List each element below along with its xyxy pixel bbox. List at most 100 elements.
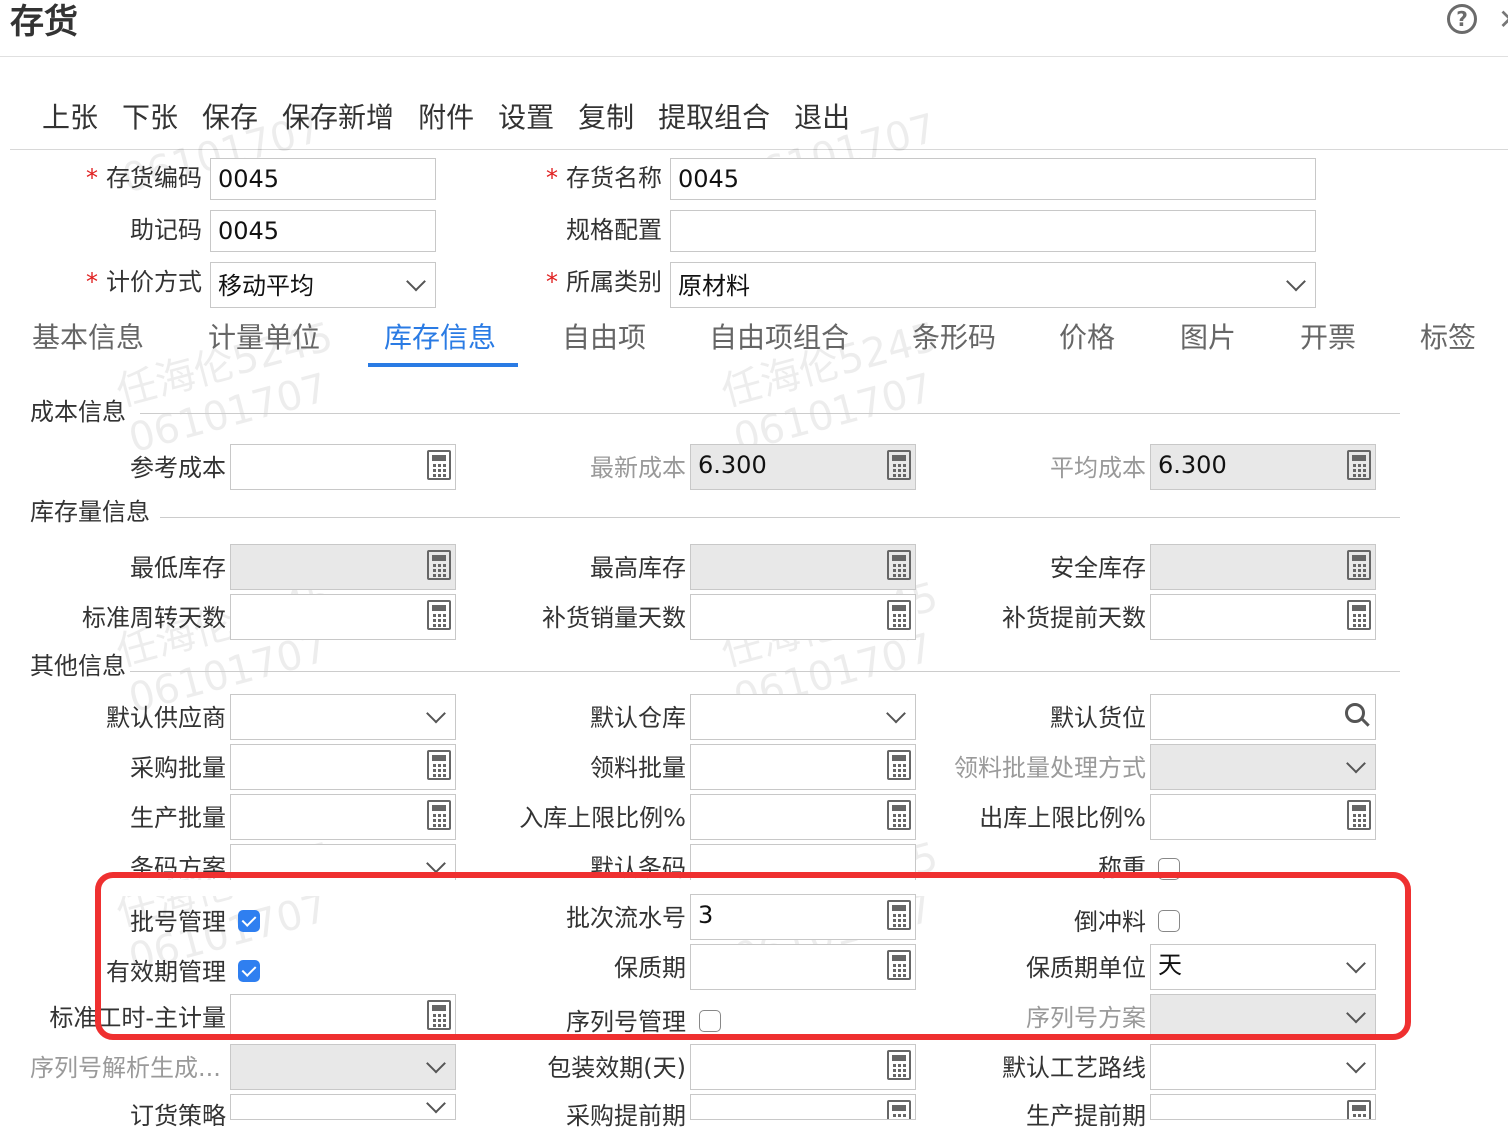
- chevron-down-icon: [426, 1053, 446, 1074]
- calculator-icon[interactable]: [887, 950, 911, 980]
- supplier-label: 默认供应商: [106, 704, 226, 732]
- out-limit-label: 出库上限比例%: [979, 804, 1146, 832]
- order-strategy-select[interactable]: [230, 1094, 456, 1120]
- calculator-icon[interactable]: [427, 450, 451, 480]
- backflush-checkbox[interactable]: [1158, 910, 1180, 932]
- calculator-icon[interactable]: [1347, 1100, 1371, 1119]
- pricing-select[interactable]: 移动平均: [210, 262, 436, 308]
- tab-price[interactable]: 价格: [1059, 318, 1115, 358]
- order-strategy-label: 订货策略: [130, 1102, 226, 1130]
- exit-button[interactable]: 退出: [794, 96, 850, 140]
- weigh-checkbox[interactable]: [1158, 858, 1180, 880]
- pack-valid-label: 包装效期(天): [547, 1054, 686, 1082]
- calculator-icon[interactable]: [887, 600, 911, 630]
- category-label: * 所属类别: [546, 268, 662, 296]
- calculator-icon[interactable]: [427, 800, 451, 830]
- save-new-button[interactable]: 保存新增: [282, 96, 394, 140]
- tab-basic-info[interactable]: 基本信息: [32, 318, 144, 358]
- shelf-life-label: 保质期: [614, 954, 686, 982]
- chevron-down-icon: [886, 703, 906, 724]
- min-stock-label: 最低库存: [130, 554, 226, 582]
- calculator-icon[interactable]: [427, 750, 451, 780]
- tab-inventory-info[interactable]: 库存信息: [384, 318, 496, 358]
- shelf-unit-select[interactable]: 天: [1150, 944, 1376, 990]
- max-stock-label: 最高库存: [590, 554, 686, 582]
- pick-batch-input[interactable]: [690, 744, 916, 790]
- chevron-down-icon: [406, 271, 426, 292]
- replenish-sales-input[interactable]: [690, 594, 916, 640]
- serial-mgmt-checkbox[interactable]: [699, 1010, 721, 1032]
- shelf-life-input[interactable]: [690, 944, 916, 990]
- spec-input[interactable]: [670, 210, 1316, 252]
- tab-tags[interactable]: 标签: [1420, 318, 1476, 358]
- route-label: 默认工艺路线: [1002, 1054, 1146, 1082]
- latest-cost-label: 最新成本: [590, 454, 686, 482]
- in-limit-input[interactable]: [690, 794, 916, 840]
- prod-batch-input[interactable]: [230, 794, 456, 840]
- pick-batch-mode-label: 领料批量处理方式: [954, 754, 1146, 782]
- calculator-icon[interactable]: [887, 1050, 911, 1080]
- tab-free-items[interactable]: 自由项: [562, 318, 646, 358]
- route-select[interactable]: [1150, 1044, 1376, 1090]
- mnemonic-input[interactable]: 0045: [210, 210, 436, 252]
- copy-button[interactable]: 复制: [578, 96, 634, 140]
- warehouse-select[interactable]: [690, 694, 916, 740]
- ref-cost-input[interactable]: [230, 444, 456, 490]
- tab-image[interactable]: 图片: [1180, 318, 1236, 358]
- safe-stock-input: [1150, 544, 1376, 590]
- serial-parse-select: [230, 1044, 456, 1090]
- batch-serial-input[interactable]: 3: [690, 894, 916, 940]
- turnover-days-input[interactable]: [230, 594, 456, 640]
- latest-cost-input: 6.300: [690, 444, 916, 490]
- std-hours-input[interactable]: [230, 994, 456, 1040]
- chevron-down-icon: [426, 1095, 446, 1114]
- serial-parse-label: 序列号解析生成...: [30, 1054, 221, 1082]
- search-icon[interactable]: [1345, 703, 1365, 723]
- attachment-button[interactable]: 附件: [418, 96, 474, 140]
- name-input[interactable]: 0045: [670, 158, 1316, 200]
- category-select[interactable]: 原材料: [670, 262, 1316, 308]
- next-button[interactable]: 下张: [122, 96, 178, 140]
- calculator-icon[interactable]: [1347, 600, 1371, 630]
- prev-button[interactable]: 上张: [42, 96, 98, 140]
- prod-lead-input[interactable]: [1150, 1094, 1376, 1120]
- expiry-mgmt-checkbox[interactable]: [238, 960, 260, 982]
- save-button[interactable]: 保存: [202, 96, 258, 140]
- calculator-icon[interactable]: [887, 900, 911, 930]
- replenish-lead-input[interactable]: [1150, 594, 1376, 640]
- supplier-select[interactable]: [230, 694, 456, 740]
- turnover-days-label: 标准周转天数: [82, 604, 226, 632]
- purchase-batch-label: 采购批量: [130, 754, 226, 782]
- replenish-lead-label: 补货提前天数: [1002, 604, 1146, 632]
- calculator-icon: [887, 450, 911, 480]
- avg-cost-label: 平均成本: [1050, 454, 1146, 482]
- extract-combo-button[interactable]: 提取组合: [658, 96, 770, 140]
- help-icon[interactable]: ?: [1447, 4, 1477, 34]
- serial-mgmt-label: 序列号管理: [566, 1008, 686, 1036]
- settings-button[interactable]: 设置: [498, 96, 554, 140]
- purchase-lead-input[interactable]: [690, 1094, 916, 1120]
- tab-invoice[interactable]: 开票: [1300, 318, 1356, 358]
- pick-batch-label: 领料批量: [590, 754, 686, 782]
- out-limit-input[interactable]: [1150, 794, 1376, 840]
- calculator-icon[interactable]: [427, 1000, 451, 1030]
- section-divider: [130, 671, 1400, 672]
- calculator-icon[interactable]: [887, 1100, 911, 1119]
- close-icon[interactable]: ✕: [1498, 0, 1508, 40]
- chevron-down-icon: [1346, 953, 1366, 974]
- code-input[interactable]: 0045: [210, 158, 436, 200]
- calculator-icon[interactable]: [427, 600, 451, 630]
- pick-batch-mode-select: [1150, 744, 1376, 790]
- calculator-icon: [1347, 450, 1371, 480]
- batch-mgmt-checkbox[interactable]: [238, 910, 260, 932]
- tab-units[interactable]: 计量单位: [208, 318, 320, 358]
- tab-free-item-combo[interactable]: 自由项组合: [709, 318, 849, 358]
- calculator-icon[interactable]: [887, 800, 911, 830]
- location-input[interactable]: [1150, 694, 1376, 740]
- max-stock-input: [690, 544, 916, 590]
- purchase-batch-input[interactable]: [230, 744, 456, 790]
- calculator-icon[interactable]: [1347, 800, 1371, 830]
- prod-batch-label: 生产批量: [130, 804, 226, 832]
- pack-valid-input[interactable]: [690, 1044, 916, 1090]
- tab-barcode[interactable]: 条形码: [912, 318, 996, 358]
